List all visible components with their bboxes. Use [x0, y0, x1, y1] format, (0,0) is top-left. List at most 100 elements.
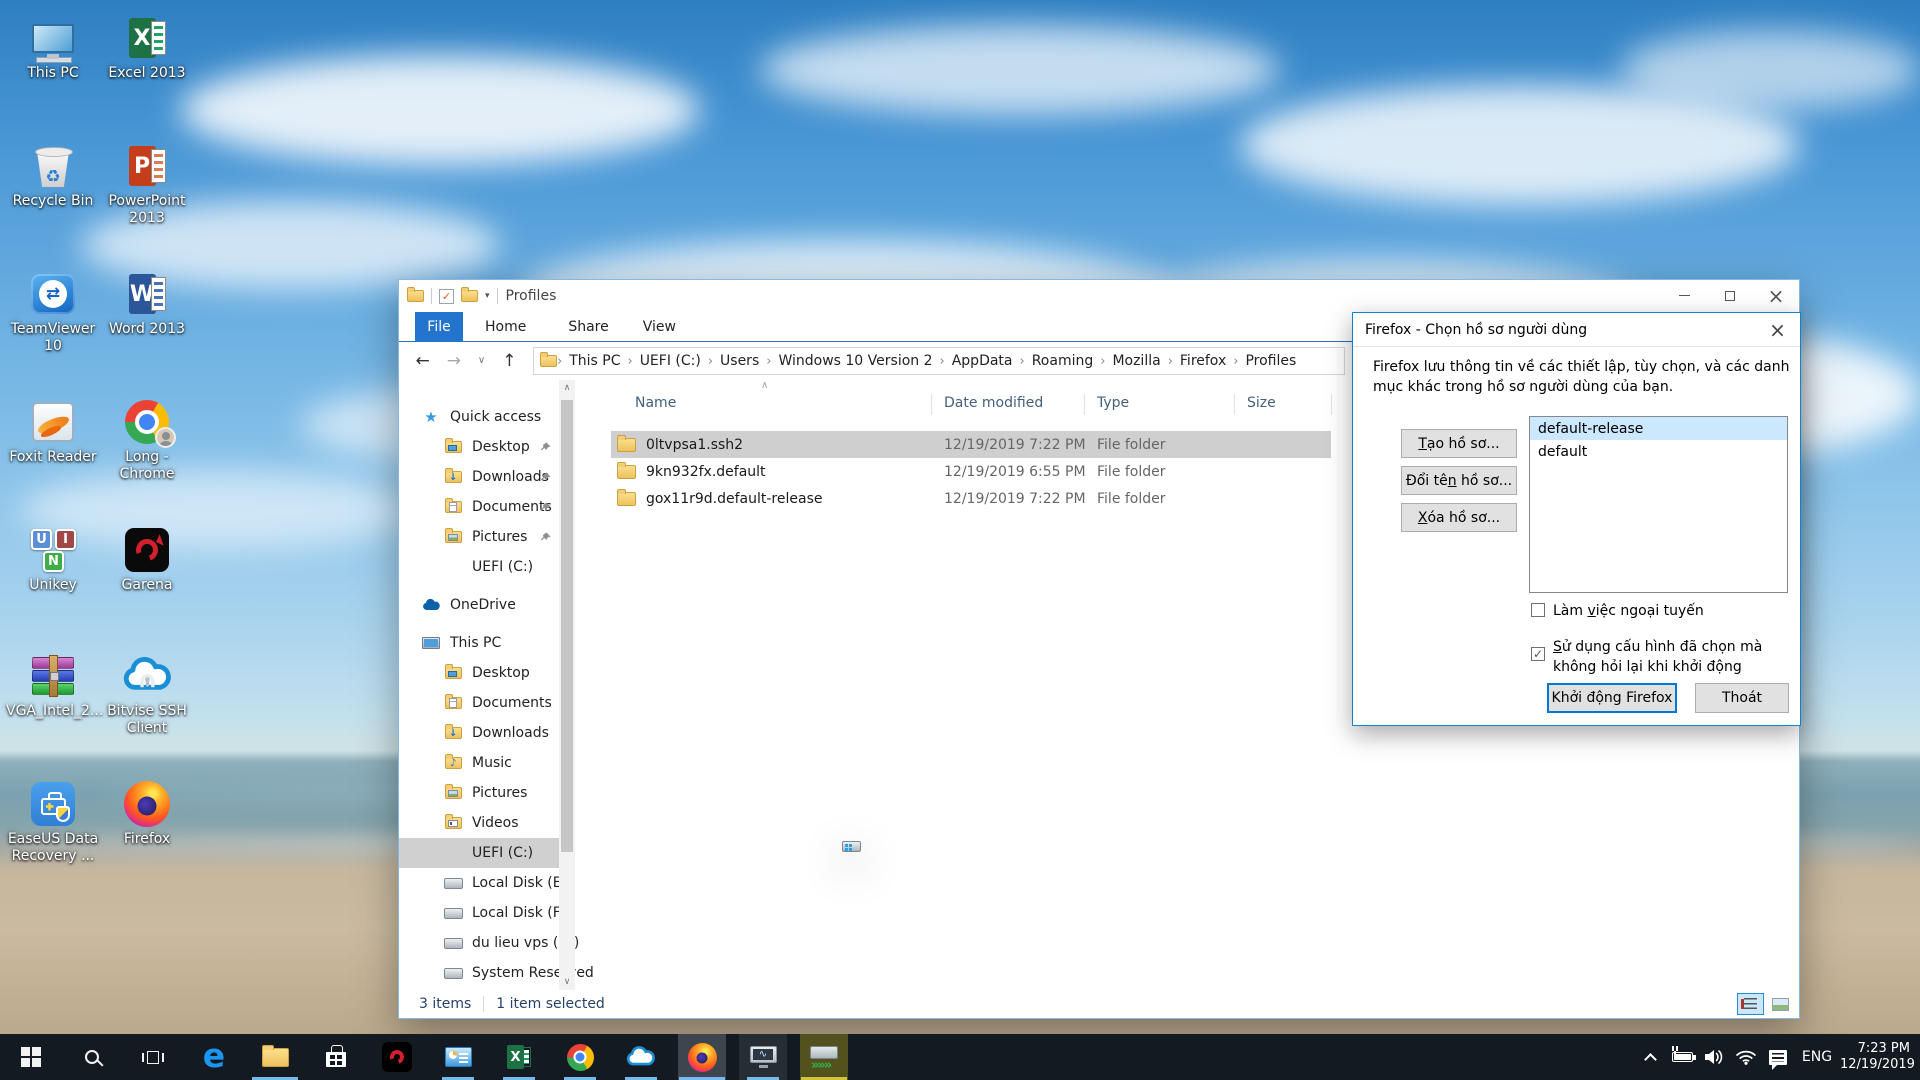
breadcrumb-item[interactable]: This PC	[562, 353, 627, 369]
desktop-icon-bitvise-ssh[interactable]: Bitvise SSH Client	[100, 652, 194, 737]
taskbar-search-button[interactable]	[68, 1034, 116, 1080]
desktop-icon-winrar-archive[interactable]: VGA_Intel_2...	[6, 652, 100, 720]
sidebar-item-pictures[interactable]: Pictures	[399, 522, 575, 552]
up-arrow-icon[interactable]	[502, 353, 516, 370]
taskbar-file-explorer-button[interactable]	[251, 1034, 299, 1080]
desktop-icon-garena[interactable]: Garena	[100, 526, 194, 594]
sidebar-item-du-lieu-vps-g[interactable]: du lieu vps (G:)	[399, 928, 575, 958]
file-row-selected[interactable]: 0ltvpsa1.ssh2 12/19/2019 7:22 PM File fo…	[611, 431, 1331, 458]
taskbar-edge-button[interactable]	[190, 1034, 238, 1080]
breadcrumb-item[interactable]: Mozilla	[1105, 353, 1167, 369]
tray-clock[interactable]: 7:23 PM 12/19/2019	[1840, 1041, 1914, 1073]
profile-item-selected[interactable]: default-release	[1530, 417, 1787, 440]
column-divider[interactable]	[1084, 394, 1085, 415]
column-divider[interactable]	[1234, 394, 1235, 415]
tab-file[interactable]: File	[415, 312, 463, 341]
sidebar-item-quick-access[interactable]: Quick access	[399, 402, 575, 432]
details-view-button[interactable]	[1737, 993, 1764, 1015]
breadcrumb-item[interactable]: Windows 10 Version 2	[771, 353, 939, 369]
customize-toolbar-chevron-icon[interactable]	[485, 291, 490, 301]
minimize-button[interactable]	[1661, 280, 1707, 311]
profile-listbox[interactable]: default-release default	[1529, 416, 1788, 593]
column-divider[interactable]	[1331, 394, 1332, 415]
sidebar-item-uefi-c[interactable]: UEFI (C:)	[399, 552, 575, 582]
file-row[interactable]: 9kn932fx.default 12/19/2019 6:55 PM File…	[611, 458, 1331, 485]
start-firefox-button[interactable]: Khởi động Firefox	[1547, 683, 1677, 713]
create-profile-button[interactable]: Tạo hồ sơ...	[1401, 429, 1517, 458]
desktop-icon-unikey[interactable]: Unikey	[6, 526, 100, 594]
desktop-icon-teamviewer[interactable]: TeamViewer 10	[6, 270, 100, 355]
properties-check-icon[interactable]	[439, 289, 454, 304]
tab-home[interactable]: Home	[471, 312, 540, 341]
sidebar-item-local-disk-e[interactable]: Local Disk (E:)	[399, 868, 575, 898]
start-button[interactable]	[7, 1034, 55, 1080]
tab-view[interactable]: View	[629, 312, 690, 341]
sidebar-item-this-pc[interactable]: This PC	[399, 628, 575, 658]
dialog-titlebar[interactable]: Firefox - Chọn hồ sơ người dùng	[1353, 313, 1800, 347]
new-folder-icon[interactable]	[461, 290, 478, 302]
back-arrow-icon[interactable]	[415, 353, 429, 370]
tray-language[interactable]: ENG	[1794, 1049, 1840, 1065]
column-divider[interactable]	[931, 394, 932, 415]
sidebar-item-desktop-2[interactable]: Desktop	[399, 658, 575, 688]
taskbar-remote-monitor-button[interactable]	[739, 1034, 787, 1080]
desktop-icon-word[interactable]: Word 2013	[100, 270, 194, 338]
maximize-button[interactable]	[1707, 280, 1753, 311]
desktop-icon-excel[interactable]: Excel 2013	[100, 14, 194, 82]
recent-locations-chevron-icon[interactable]	[478, 356, 485, 366]
tray-volume[interactable]	[1698, 1034, 1730, 1080]
scroll-up-arrow-icon[interactable]	[559, 383, 575, 393]
scrollbar-thumb[interactable]	[561, 400, 573, 852]
sidebar-item-documents-2[interactable]: Documents	[399, 688, 575, 718]
sidebar-item-uefi-c-selected[interactable]: UEFI (C:)	[399, 838, 575, 868]
desktop-icon-this-pc[interactable]: This PC	[6, 14, 100, 82]
dialog-close-icon[interactable]	[1755, 313, 1800, 346]
use-selected-profile-checkbox[interactable]: Sử dụng cấu hình đã chọn mà không hỏi lạ…	[1531, 637, 1781, 677]
breadcrumb-item[interactable]: Profiles	[1238, 353, 1303, 369]
breadcrumb-item[interactable]: AppData	[945, 353, 1020, 369]
tray-action-center[interactable]	[1762, 1034, 1794, 1080]
sidebar-item-downloads-2[interactable]: Downloads	[399, 718, 575, 748]
taskbar-garena-button[interactable]	[373, 1034, 421, 1080]
checkbox-checked-icon[interactable]	[1531, 647, 1545, 661]
breadcrumb-item[interactable]: Roaming	[1025, 353, 1101, 369]
close-button[interactable]	[1753, 280, 1799, 311]
rename-profile-button[interactable]: Đổi tên hồ sơ...	[1401, 466, 1517, 495]
forward-arrow-icon[interactable]	[447, 353, 461, 370]
taskbar-firefox-button[interactable]	[678, 1034, 726, 1080]
explorer-titlebar[interactable]: Profiles	[399, 280, 1799, 312]
column-header-type[interactable]: Type	[1097, 395, 1129, 411]
desktop-icon-firefox[interactable]: Firefox	[100, 780, 194, 848]
desktop-icon-recycle-bin[interactable]: Recycle Bin	[6, 142, 100, 210]
scroll-down-arrow-icon[interactable]	[559, 977, 575, 987]
taskbar-system-info-button[interactable]	[434, 1034, 482, 1080]
sidebar-item-local-disk-f[interactable]: Local Disk (F:)	[399, 898, 575, 928]
address-bar[interactable]: This PC UEFI (C:) Users Windows 10 Versi…	[533, 347, 1345, 375]
profile-item[interactable]: default	[1530, 440, 1787, 463]
desktop-icon-easeus[interactable]: EaseUS Data Recovery ...	[6, 780, 100, 865]
work-offline-checkbox[interactable]: Làm việc ngoại tuyến	[1531, 601, 1704, 621]
taskbar-chrome-button[interactable]	[556, 1034, 604, 1080]
sidebar-item-onedrive[interactable]: OneDrive	[399, 590, 575, 620]
tray-battery[interactable]	[1666, 1034, 1698, 1080]
column-header-date[interactable]: Date modified	[944, 395, 1043, 411]
task-view-button[interactable]	[129, 1034, 177, 1080]
desktop-icon-powerpoint[interactable]: PowerPoint 2013	[100, 142, 194, 227]
desktop-icon-chrome-profile[interactable]: Long - Chrome	[100, 398, 194, 483]
tray-network[interactable]	[1730, 1034, 1762, 1080]
checkbox-unchecked-icon[interactable]	[1531, 603, 1545, 617]
taskbar-disk-tool-button[interactable]	[800, 1034, 848, 1080]
taskbar-store-button[interactable]	[312, 1034, 360, 1080]
exit-button[interactable]: Thoát	[1695, 683, 1789, 713]
sidebar-item-downloads[interactable]: Downloads	[399, 462, 575, 492]
breadcrumb-item[interactable]: Users	[713, 353, 766, 369]
sidebar-item-music[interactable]: Music	[399, 748, 575, 778]
sidebar-item-pictures-2[interactable]: Pictures	[399, 778, 575, 808]
delete-profile-button[interactable]: Xóa hồ sơ...	[1401, 503, 1517, 532]
tab-share[interactable]: Share	[554, 312, 622, 341]
taskbar-excel-button[interactable]	[495, 1034, 543, 1080]
sidebar-item-system-reserved[interactable]: System Reserved	[399, 958, 575, 988]
desktop-icon-foxit-reader[interactable]: Foxit Reader	[6, 398, 100, 466]
sidebar-scrollbar[interactable]	[559, 380, 575, 990]
sidebar-item-documents[interactable]: Documents	[399, 492, 575, 522]
